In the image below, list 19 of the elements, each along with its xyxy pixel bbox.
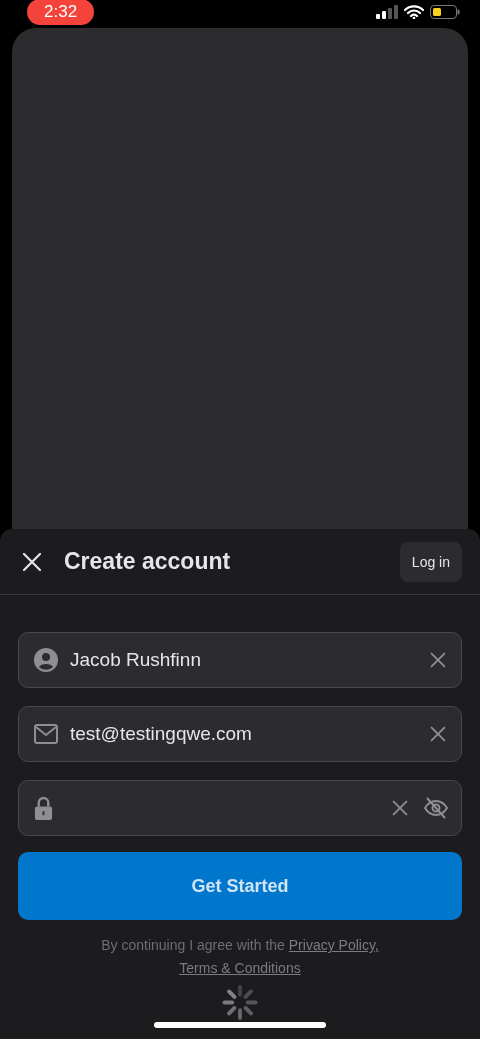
close-button[interactable]	[22, 551, 42, 572]
login-button[interactable]: Log in	[399, 541, 462, 582]
privacy-link[interactable]: Privacy Policy,	[288, 937, 379, 954]
lock-icon	[34, 795, 53, 821]
battery-icon	[430, 5, 460, 19]
person-icon	[34, 648, 58, 673]
signal-icon	[376, 5, 398, 19]
close-icon	[22, 551, 42, 572]
get-started-button[interactable]: Get Started	[18, 852, 462, 921]
terms-link[interactable]: Terms & Conditions	[179, 960, 301, 977]
password-field[interactable]	[18, 780, 462, 837]
legal-text: By continuing I agree with the Privacy Policy, Terms & Conditions	[100, 936, 380, 979]
eye-off-icon[interactable]	[423, 796, 449, 821]
name-field[interactable]: Jacob Rushfinn	[18, 632, 462, 689]
sheet-title: Create account	[64, 548, 232, 576]
status-time: 2:32	[27, 0, 95, 25]
mail-icon	[34, 724, 58, 745]
email-field[interactable]: test@testingqwe.com	[18, 706, 462, 763]
wifi-icon	[404, 5, 424, 19]
